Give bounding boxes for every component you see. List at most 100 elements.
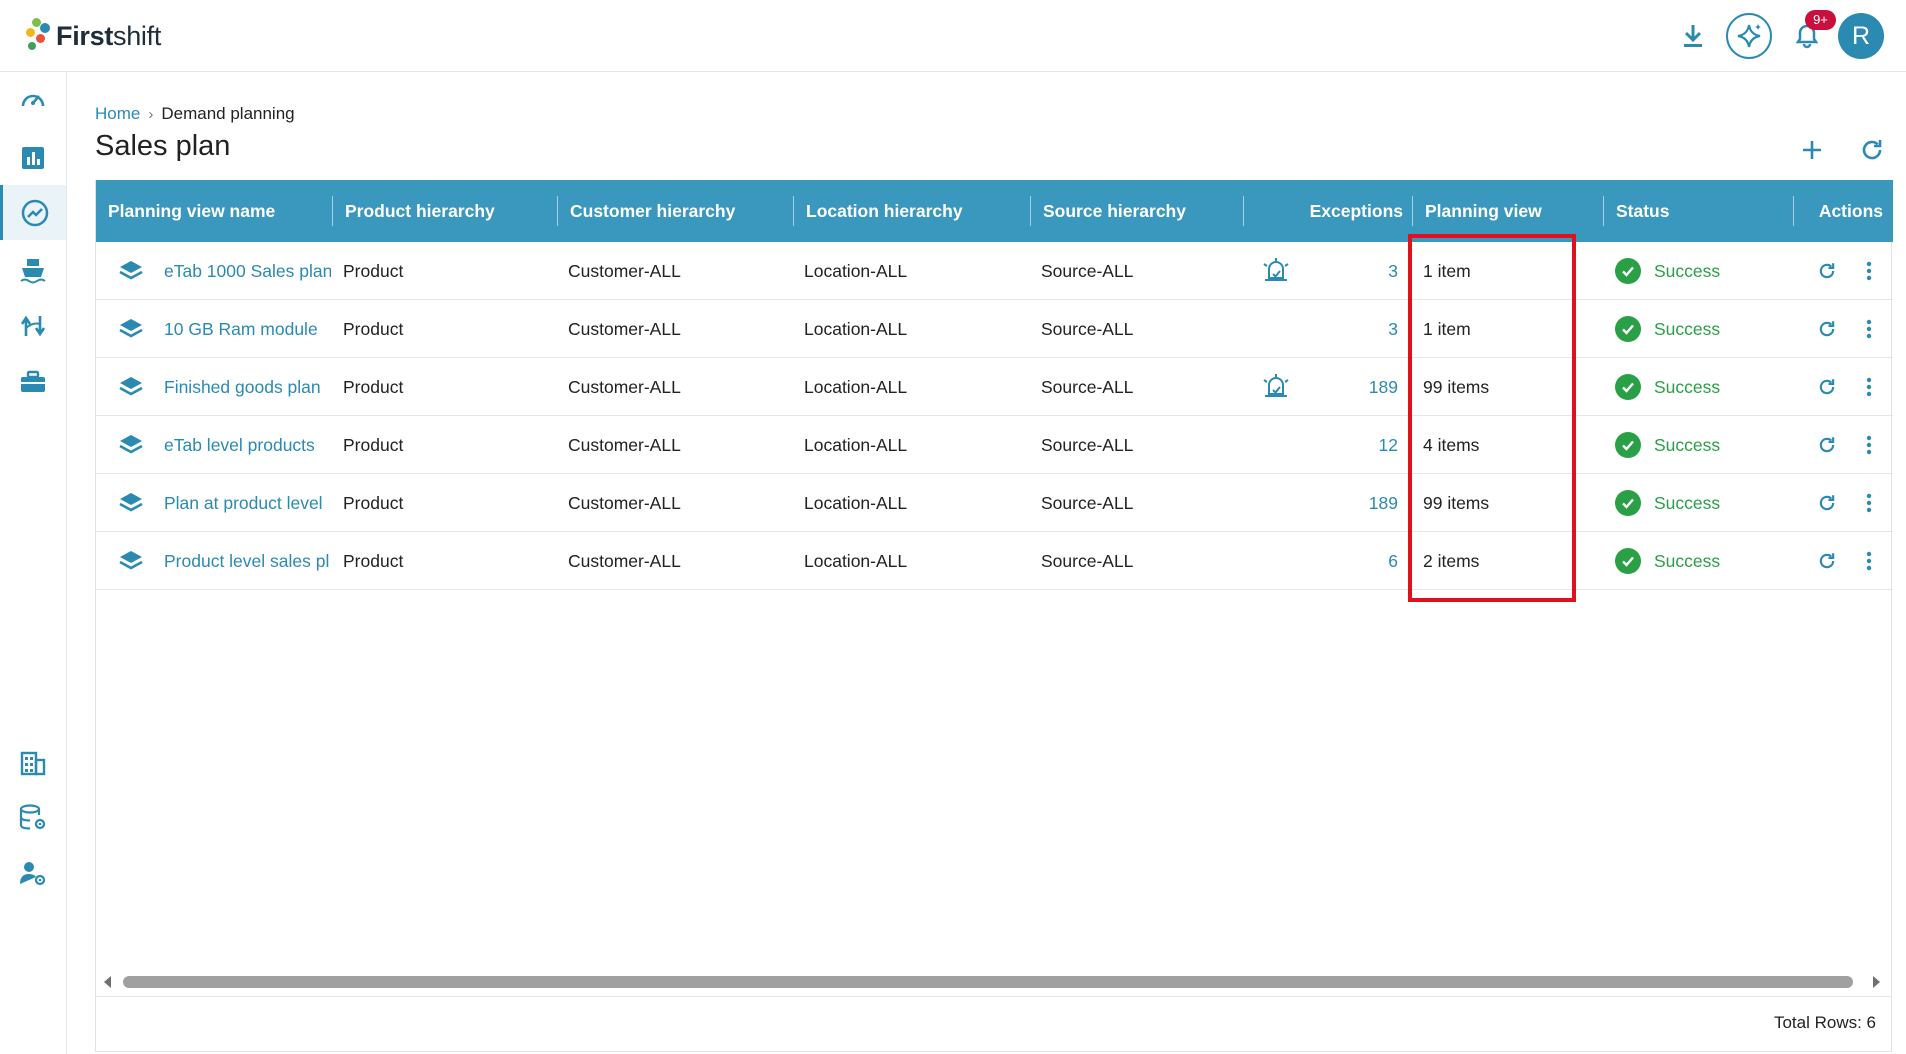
row-refresh-button[interactable] (1812, 532, 1842, 590)
column-header-status[interactable]: Status (1604, 180, 1794, 242)
planning-view-name-link[interactable]: 10 GB Ram module (164, 300, 331, 358)
notification-badge[interactable]: 9+ (1805, 10, 1836, 30)
layers-icon (116, 300, 146, 358)
alarm-alert-icon[interactable] (1256, 358, 1296, 416)
logo[interactable]: Firstshift (24, 16, 161, 56)
ship-icon (20, 258, 46, 283)
location-hierarchy-cell: Location-ALL (804, 376, 908, 397)
column-header-planning-view[interactable]: Planning view (1413, 180, 1604, 242)
column-header-source[interactable]: Source hierarchy (1031, 180, 1244, 242)
breadcrumb-home-link[interactable]: Home (95, 104, 140, 124)
row-more-button[interactable] (1854, 416, 1884, 474)
location-hierarchy-cell: Location-ALL (804, 434, 908, 455)
exceptions-count-link[interactable]: 3 (1301, 242, 1398, 300)
row-refresh-button[interactable] (1812, 416, 1842, 474)
add-button[interactable] (1797, 135, 1827, 165)
planning-view-name-link[interactable]: Product level sales pl (164, 532, 331, 590)
sidebar-item-dashboard[interactable] (0, 72, 66, 127)
refresh-button[interactable] (1857, 135, 1887, 165)
column-header-customer[interactable]: Customer hierarchy (558, 180, 794, 242)
table-row[interactable]: eTab 1000 Sales plan Product Customer-AL… (96, 242, 1893, 300)
customer-hierarchy-cell: Customer-ALL (568, 318, 681, 339)
top-bar: Firstshift 9+ R (0, 0, 1906, 72)
table-row[interactable]: Plan at product level Product Customer-A… (96, 474, 1893, 532)
planning-views-table: Planning view name Product hierarchy Cus… (95, 180, 1893, 1052)
briefcase-icon (21, 370, 45, 392)
source-hierarchy-cell: Source-ALL (1041, 376, 1134, 397)
source-hierarchy-cell: Source-ALL (1041, 492, 1134, 513)
more-vertical-icon (1866, 319, 1872, 339)
location-hierarchy-cell: Location-ALL (804, 318, 908, 339)
planning-view-name-link[interactable]: Finished goods plan (164, 358, 331, 416)
refresh-icon (1819, 437, 1835, 453)
planning-view-name-link[interactable]: eTab 1000 Sales plan (164, 242, 331, 300)
refresh-icon (1819, 495, 1835, 511)
status-badge: Success (1615, 532, 1790, 590)
exceptions-count-link[interactable]: 12 (1301, 416, 1398, 474)
customer-hierarchy-cell: Customer-ALL (568, 550, 681, 571)
table-row[interactable]: Finished goods plan Product Customer-ALL… (96, 358, 1893, 416)
table-row[interactable]: eTab level products Product Customer-ALL… (96, 416, 1893, 474)
row-more-button[interactable] (1854, 242, 1884, 300)
exceptions-count-link[interactable]: 6 (1301, 532, 1398, 590)
exceptions-count-link[interactable]: 189 (1301, 358, 1398, 416)
status-text: Success (1654, 550, 1721, 571)
refresh-icon (1819, 263, 1835, 279)
table-footer: Total Rows: 6 (95, 996, 1892, 1046)
scroll-right-arrow-icon[interactable] (1869, 975, 1883, 989)
refresh-icon (1819, 379, 1835, 395)
row-more-button[interactable] (1854, 300, 1884, 358)
customer-hierarchy-cell: Customer-ALL (568, 376, 681, 397)
row-refresh-button[interactable] (1812, 358, 1842, 416)
exceptions-count-link[interactable]: 3 (1301, 300, 1398, 358)
sidebar-item-reports[interactable] (0, 130, 66, 185)
logo-text: Firstshift (56, 20, 162, 51)
table-row[interactable]: 10 GB Ram module Product Customer-ALL Lo… (96, 300, 1893, 358)
avatar[interactable]: R (1838, 13, 1884, 59)
horizontal-scrollbar[interactable] (95, 972, 1892, 992)
column-header-name[interactable]: Planning view name (96, 180, 333, 242)
row-more-button[interactable] (1854, 358, 1884, 416)
row-more-button[interactable] (1854, 532, 1884, 590)
table-header: Planning view name Product hierarchy Cus… (96, 180, 1893, 242)
column-header-product[interactable]: Product hierarchy (333, 180, 558, 242)
more-vertical-icon (1866, 435, 1872, 455)
check-circle-icon (1615, 432, 1641, 458)
planning-view-name-link[interactable]: eTab level products (164, 416, 331, 474)
planning-view-name-link[interactable]: Plan at product level (164, 474, 331, 532)
column-header-actions: Actions (1818, 200, 1883, 221)
alarm-alert-icon[interactable] (1256, 242, 1296, 300)
sidebar (0, 72, 67, 1054)
sidebar-item-demand-planning[interactable] (0, 185, 66, 240)
customer-hierarchy-cell: Customer-ALL (568, 260, 681, 281)
logo-mark-icon (24, 16, 50, 56)
row-more-button[interactable] (1854, 474, 1884, 532)
row-refresh-button[interactable] (1812, 474, 1842, 532)
breadcrumb-separator: › (148, 105, 154, 123)
refresh-icon (1819, 321, 1835, 337)
scrollbar-thumb[interactable] (123, 976, 1853, 988)
ai-sparkle-icon[interactable] (1726, 13, 1772, 59)
product-hierarchy-cell: Product (343, 260, 404, 281)
download-icon[interactable] (1677, 20, 1709, 52)
column-header-location[interactable]: Location hierarchy (794, 180, 1031, 242)
sidebar-item-user-settings[interactable] (0, 845, 66, 900)
exceptions-count-link[interactable]: 189 (1301, 474, 1398, 532)
sidebar-item-logistics[interactable] (0, 298, 66, 353)
sidebar-item-portfolio[interactable] (0, 354, 66, 409)
row-refresh-button[interactable] (1812, 300, 1842, 358)
column-header-exceptions[interactable]: Exceptions (1244, 180, 1413, 242)
layers-icon (116, 416, 146, 474)
layers-icon (116, 474, 146, 532)
layers-icon (116, 358, 146, 416)
status-text: Success (1654, 434, 1721, 455)
check-circle-icon (1615, 316, 1641, 342)
table-row[interactable]: Product level sales pl Product Customer-… (96, 532, 1893, 590)
sidebar-item-data-settings[interactable] (0, 790, 66, 845)
sidebar-item-supply[interactable] (0, 242, 66, 297)
row-refresh-button[interactable] (1812, 242, 1842, 300)
sidebar-item-organization[interactable] (0, 735, 66, 790)
location-hierarchy-cell: Location-ALL (804, 260, 908, 281)
user-settings-icon (20, 861, 46, 885)
scroll-left-arrow-icon[interactable] (101, 975, 115, 989)
